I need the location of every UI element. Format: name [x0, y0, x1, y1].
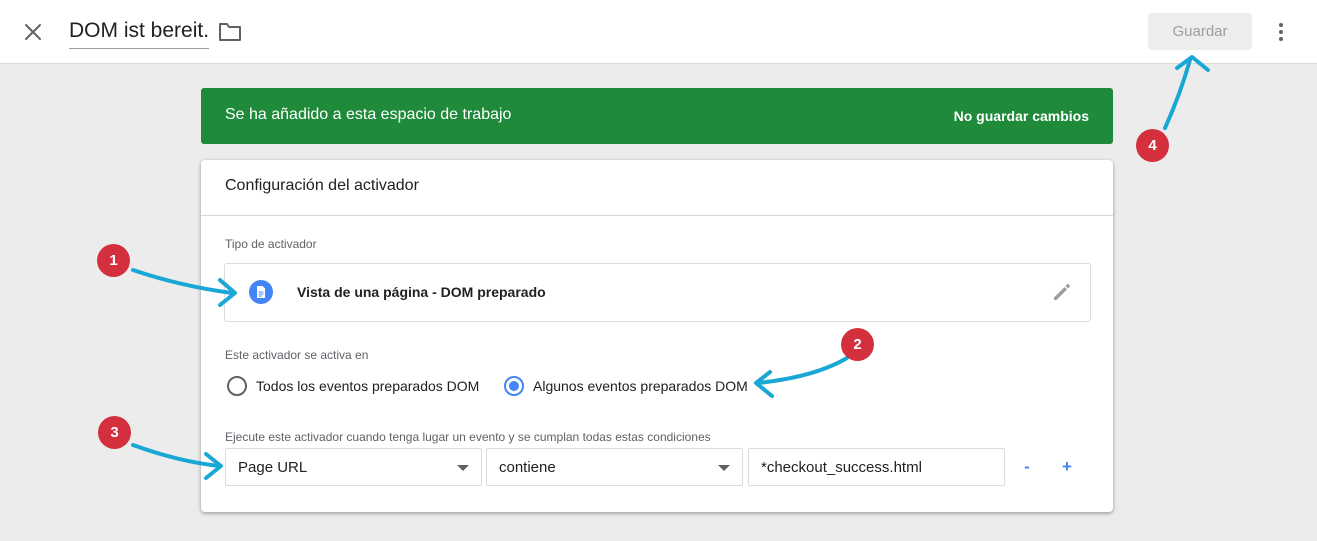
fires-on-label: Este activador se activa en — [225, 348, 369, 362]
radio-button-checked[interactable] — [504, 376, 524, 396]
radio-label-all: Todos los eventos preparados DOM — [256, 378, 480, 394]
pencil-icon[interactable] — [1050, 280, 1074, 304]
add-condition-button[interactable]: + — [1056, 456, 1078, 478]
discard-changes-button[interactable]: No guardar cambios — [954, 108, 1089, 124]
more-vert-icon[interactable] — [1270, 20, 1292, 44]
radio-all-dom-events[interactable]: Todos los eventos preparados DOM — [227, 375, 479, 397]
annotation-marker-3: 3 — [98, 416, 131, 449]
dropdown-arrow-icon — [718, 465, 730, 471]
condition-operator-value: contiene — [499, 459, 556, 476]
arrow-4 — [1163, 58, 1192, 130]
remove-condition-button[interactable]: - — [1016, 456, 1038, 478]
trigger-type-name: Vista de una página - DOM preparado — [297, 284, 546, 300]
dropdown-arrow-icon — [457, 465, 469, 471]
condition-operator-select[interactable]: contiene — [486, 448, 743, 486]
document-icon — [249, 280, 273, 304]
card-title: Configuración del activador — [225, 177, 419, 194]
card-divider — [201, 215, 1113, 216]
radio-label-some: Algunos eventos preparados DOM — [533, 378, 748, 394]
save-button[interactable]: Guardar — [1148, 13, 1252, 50]
radio-some-dom-events[interactable]: Algunos eventos preparados DOM — [504, 375, 748, 397]
top-bar: DOM ist bereit. Guardar — [0, 0, 1317, 64]
annotation-marker-2: 2 — [841, 328, 874, 361]
condition-value-input[interactable]: *checkout_success.html — [748, 448, 1005, 486]
condition-variable-select[interactable]: Page URL — [225, 448, 482, 486]
folder-icon[interactable] — [218, 21, 242, 43]
condition-variable-value: Page URL — [238, 459, 308, 476]
trigger-name-title[interactable]: DOM ist bereit. — [69, 19, 210, 49]
trigger-configuration-card: Configuración del activador Tipo de acti… — [201, 160, 1113, 512]
condition-value-text: *checkout_success.html — [761, 459, 922, 476]
trigger-type-label: Tipo de activador — [225, 237, 317, 251]
annotation-marker-1: 1 — [97, 244, 130, 277]
workspace-banner: Se ha añadido a esta espacio de trabajo … — [201, 88, 1113, 144]
radio-button-unchecked[interactable] — [227, 376, 247, 396]
trigger-type-selector[interactable]: Vista de una página - DOM preparado — [224, 263, 1091, 322]
close-icon[interactable] — [20, 19, 46, 45]
banner-message: Se ha añadido a esta espacio de trabajo — [225, 106, 512, 123]
annotation-marker-4: 4 — [1136, 129, 1169, 162]
conditions-label: Ejecute este activador cuando tenga luga… — [225, 430, 711, 444]
